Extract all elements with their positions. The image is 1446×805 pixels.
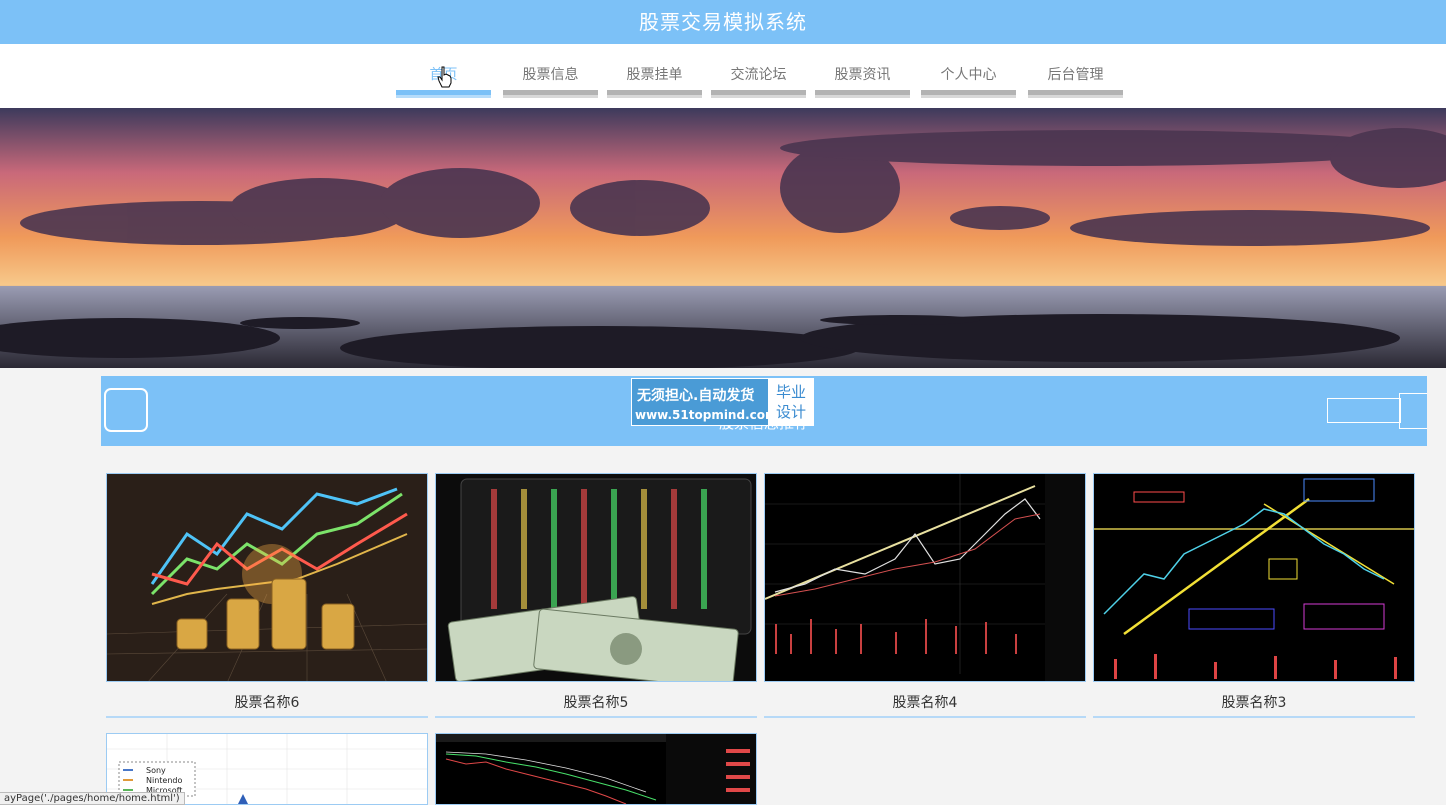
- legend-item-1: Sony: [146, 766, 166, 775]
- browser-status-tooltip: ayPage('./pages/home/home.html'): [0, 792, 185, 805]
- stock-card-image[interactable]: [1093, 473, 1415, 682]
- stock-card-divider: [764, 716, 1086, 718]
- stock-card-divider: [106, 716, 428, 718]
- nav-item-label: 交流论坛: [730, 67, 787, 83]
- nav-active-indicator: [396, 90, 491, 98]
- nav-item-stock-news[interactable]: 股票资讯: [815, 44, 910, 108]
- nav-item-stock-orders[interactable]: 股票挂单: [607, 44, 702, 108]
- app-title-bar: 股票交易模拟系统: [0, 0, 1446, 44]
- main-nav: 首页 股票信息 股票挂单 交流论坛 股票资讯 个人中心 后台管理: [0, 44, 1446, 108]
- nav-indicator: [1028, 90, 1123, 98]
- nav-indicator: [921, 90, 1016, 98]
- stock-card-image[interactable]: [764, 473, 1086, 682]
- nav-item-stock-info[interactable]: 股票信息: [503, 44, 598, 108]
- stock-card[interactable]: 股票名称3: [1093, 473, 1415, 718]
- stock-card-name: 股票名称4: [892, 695, 958, 711]
- stock-card-divider: [435, 716, 757, 718]
- watermark-side-line2: 设计: [775, 403, 806, 421]
- hero-banner-image: [0, 108, 1446, 368]
- watermark-side-line1: 毕业: [775, 383, 806, 401]
- stock-card[interactable]: 股票名称4: [764, 473, 1086, 718]
- nav-item-label: 后台管理: [1047, 67, 1104, 83]
- watermark-side-box: 毕业 设计: [768, 379, 814, 425]
- nav-item-label: 股票信息: [522, 67, 579, 83]
- nav-indicator: [503, 90, 598, 98]
- watermark-main-text: 无须担心.自动发货: [637, 388, 755, 404]
- nav-indicator: [607, 90, 702, 98]
- watermark-url: www.51topmind.com: [635, 408, 778, 422]
- stock-card-image[interactable]: [435, 733, 757, 805]
- stock-card-name: 股票名称5: [563, 695, 629, 711]
- app-title: 股票交易模拟系统: [639, 10, 807, 34]
- stock-card-image[interactable]: [106, 473, 428, 682]
- nav-item-label: 股票资讯: [834, 67, 891, 83]
- stock-card-name: 股票名称6: [234, 695, 300, 711]
- legend-item-2: Nintendo: [146, 776, 182, 785]
- stock-card-image[interactable]: [435, 473, 757, 682]
- nav-indicator: [711, 90, 806, 98]
- nav-item-label: 股票挂单: [626, 67, 683, 83]
- stock-card-divider: [1093, 716, 1415, 718]
- stock-card[interactable]: 股票名称6: [106, 473, 428, 718]
- stock-card[interactable]: [435, 733, 757, 805]
- nav-item-forum[interactable]: 交流论坛: [711, 44, 806, 108]
- nav-indicator: [815, 90, 910, 98]
- stock-card-name: 股票名称3: [1221, 695, 1287, 711]
- nav-item-label: 个人中心: [940, 67, 997, 83]
- nav-item-profile[interactable]: 个人中心: [921, 44, 1016, 108]
- stock-card[interactable]: 股票名称5: [435, 473, 757, 718]
- hand-cursor-icon: [437, 66, 452, 88]
- watermark-badge: 无须担心.自动发货 www.51topmind.com 毕业 设计: [631, 378, 814, 426]
- nav-item-admin[interactable]: 后台管理: [1028, 44, 1123, 108]
